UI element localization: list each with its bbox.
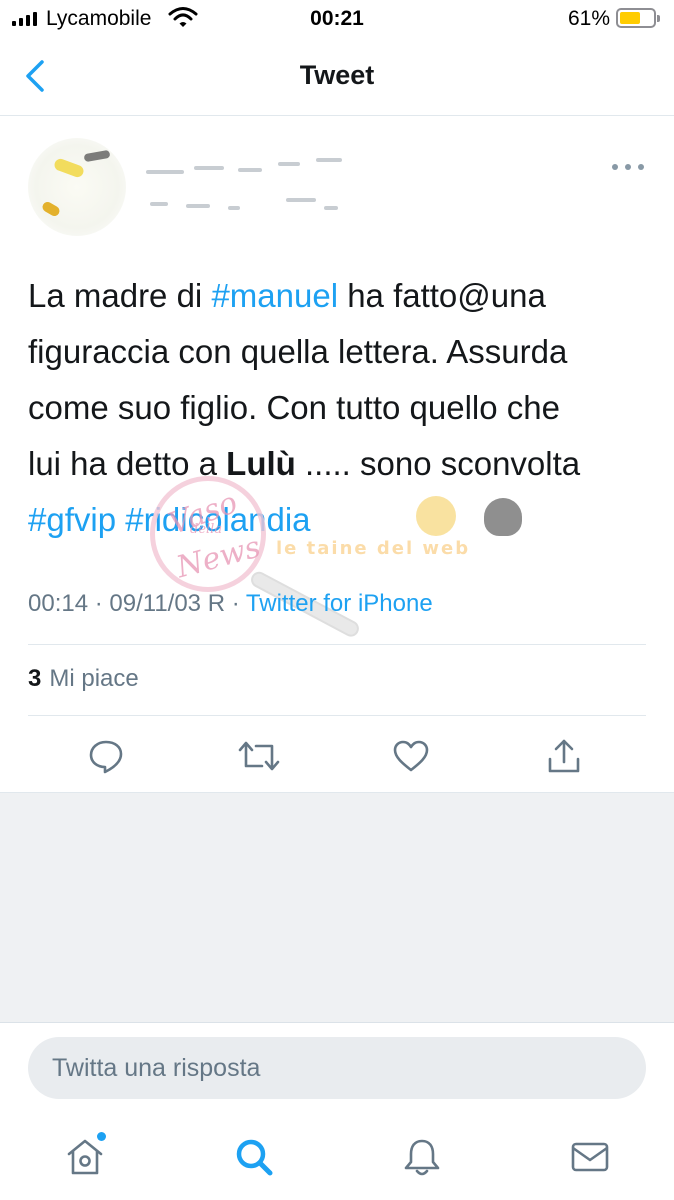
- tab-bar: [0, 1122, 674, 1200]
- divider: [28, 715, 646, 716]
- heart-icon: [393, 740, 429, 772]
- tab-search[interactable]: [229, 1132, 279, 1182]
- watermark-face-icon: [416, 496, 456, 536]
- tweet-source-link[interactable]: Twitter for iPhone: [246, 590, 433, 617]
- retweet-icon: [238, 741, 280, 771]
- text-segment: [116, 501, 125, 538]
- battery-icon: [616, 8, 660, 28]
- text-segment: figuraccia con quella lettera. Assurda: [28, 333, 568, 370]
- tweet-text-line: figuraccia con quella lettera. Assurda: [28, 324, 648, 380]
- battery-level: [620, 12, 640, 24]
- bold-text: Lulù: [226, 445, 296, 482]
- text-segment: come suo figlio. Con tutto quello che: [28, 389, 560, 426]
- reply-button[interactable]: [84, 734, 128, 778]
- share-icon: [548, 739, 580, 773]
- home-icon: [67, 1139, 103, 1175]
- tweet-text: La madre di #manuel ha fatto@una figuracc…: [28, 268, 648, 548]
- avatar[interactable]: [28, 138, 126, 236]
- likes-summary[interactable]: 3 Mi piace: [28, 665, 139, 693]
- tweet-meta: 00:14 · 09/11/03 R · Twitter for iPhone: [28, 590, 433, 618]
- retweet-button[interactable]: [237, 734, 281, 778]
- like-button[interactable]: [389, 734, 433, 778]
- tab-notifications[interactable]: [397, 1132, 447, 1182]
- text-segment: ..... sono sconvolta: [295, 445, 581, 482]
- replies-area: [0, 792, 674, 1022]
- mail-icon: [571, 1142, 609, 1172]
- hashtag-link[interactable]: #manuel: [211, 277, 338, 314]
- navigation-bar: Tweet: [0, 40, 674, 116]
- likes-label: Mi piace: [49, 665, 139, 692]
- page-title: Tweet: [299, 60, 375, 90]
- text-segment: La madre di: [28, 277, 212, 314]
- tweet-text-line: lui ha detto a Lulù ..... sono sconvolta: [28, 436, 648, 492]
- notification-dot: [97, 1132, 106, 1141]
- tweet-text-line: come suo figlio. Con tutto quello che: [28, 380, 648, 436]
- watermark-brand: le taine del web: [276, 538, 471, 559]
- blurred-user-name[interactable]: [146, 150, 356, 220]
- hashtag-link[interactable]: #gfvip: [28, 501, 116, 538]
- tab-home[interactable]: [60, 1132, 110, 1182]
- tweet-timestamp: 00:14 · 09/11/03 R ·: [28, 590, 246, 617]
- speech-bubble-icon: [89, 740, 123, 774]
- divider: [28, 644, 646, 645]
- reply-input[interactable]: Twitta una risposta: [28, 1037, 646, 1099]
- share-button[interactable]: [542, 734, 586, 778]
- watermark-face-icon: [484, 498, 522, 536]
- battery-percent: 61%: [568, 7, 611, 30]
- status-bar: Lycamobile 00:21 61%: [0, 0, 674, 40]
- more-options-icon[interactable]: [612, 156, 644, 178]
- tweet-text-line: La madre di #manuel ha fatto@una: [28, 268, 648, 324]
- bell-icon: [404, 1139, 440, 1176]
- text-segment: ha fatto@una: [338, 277, 546, 314]
- reply-composer: Twitta una risposta: [0, 1022, 674, 1122]
- likes-count: 3: [28, 665, 42, 692]
- search-icon: [236, 1139, 273, 1176]
- tab-messages[interactable]: [565, 1132, 615, 1182]
